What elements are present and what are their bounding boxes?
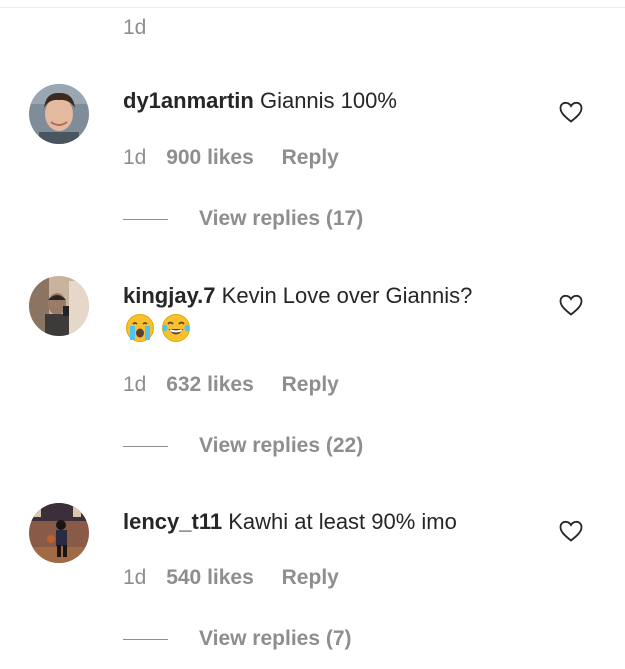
comment-meta: 1d 632 likes Reply bbox=[123, 373, 339, 397]
username[interactable]: dy1anmartin bbox=[123, 88, 254, 113]
comment-text: Kevin Love over Giannis? bbox=[221, 283, 473, 308]
comment-text: Giannis 100% bbox=[259, 88, 397, 113]
view-replies-button[interactable]: View replies (17) bbox=[123, 207, 363, 231]
previous-comment-time: 1d bbox=[123, 16, 147, 39]
reply-button[interactable]: Reply bbox=[282, 146, 339, 169]
comment-text-line: kingjay.7 Kevin Love over Giannis? bbox=[123, 281, 472, 311]
divider bbox=[123, 218, 168, 220]
reply-button[interactable]: Reply bbox=[282, 373, 339, 396]
crying-face-icon bbox=[126, 314, 154, 342]
top-divider bbox=[0, 7, 625, 8]
avatar[interactable] bbox=[29, 84, 89, 144]
view-replies-label: View replies (17) bbox=[199, 207, 364, 230]
heart-icon[interactable] bbox=[559, 101, 583, 123]
divider bbox=[123, 638, 168, 640]
heart-icon[interactable] bbox=[559, 294, 583, 316]
avatar[interactable] bbox=[29, 503, 89, 563]
likes-count[interactable]: 900 likes bbox=[166, 146, 254, 169]
view-replies-button[interactable]: View replies (22) bbox=[123, 434, 363, 458]
username[interactable]: kingjay.7 bbox=[123, 283, 216, 308]
comment-text: Kawhi at least 90% imo bbox=[228, 509, 457, 534]
comment-text-line: lency_t11 Kawhi at least 90% imo bbox=[123, 507, 457, 537]
heart-icon[interactable] bbox=[559, 520, 583, 542]
comment-time[interactable]: 1d bbox=[123, 566, 146, 589]
comment-meta: 1d 900 likes Reply bbox=[123, 146, 339, 170]
divider bbox=[123, 445, 168, 447]
comment-time[interactable]: 1d bbox=[123, 373, 146, 396]
comment-meta: 1d 540 likes Reply bbox=[123, 566, 339, 590]
username[interactable]: lency_t11 bbox=[123, 509, 222, 534]
emoji-row bbox=[125, 313, 191, 343]
avatar[interactable] bbox=[29, 276, 89, 336]
view-replies-label: View replies (22) bbox=[199, 434, 364, 457]
view-replies-label: View replies (7) bbox=[199, 627, 352, 650]
likes-count[interactable]: 632 likes bbox=[166, 373, 254, 396]
likes-count[interactable]: 540 likes bbox=[166, 566, 254, 589]
comment-time[interactable]: 1d bbox=[123, 146, 146, 169]
view-replies-button[interactable]: View replies (7) bbox=[123, 627, 352, 651]
tears-of-joy-face-icon bbox=[162, 314, 190, 342]
reply-button[interactable]: Reply bbox=[282, 566, 339, 589]
comment-text-line: dy1anmartin Giannis 100% bbox=[123, 86, 397, 116]
